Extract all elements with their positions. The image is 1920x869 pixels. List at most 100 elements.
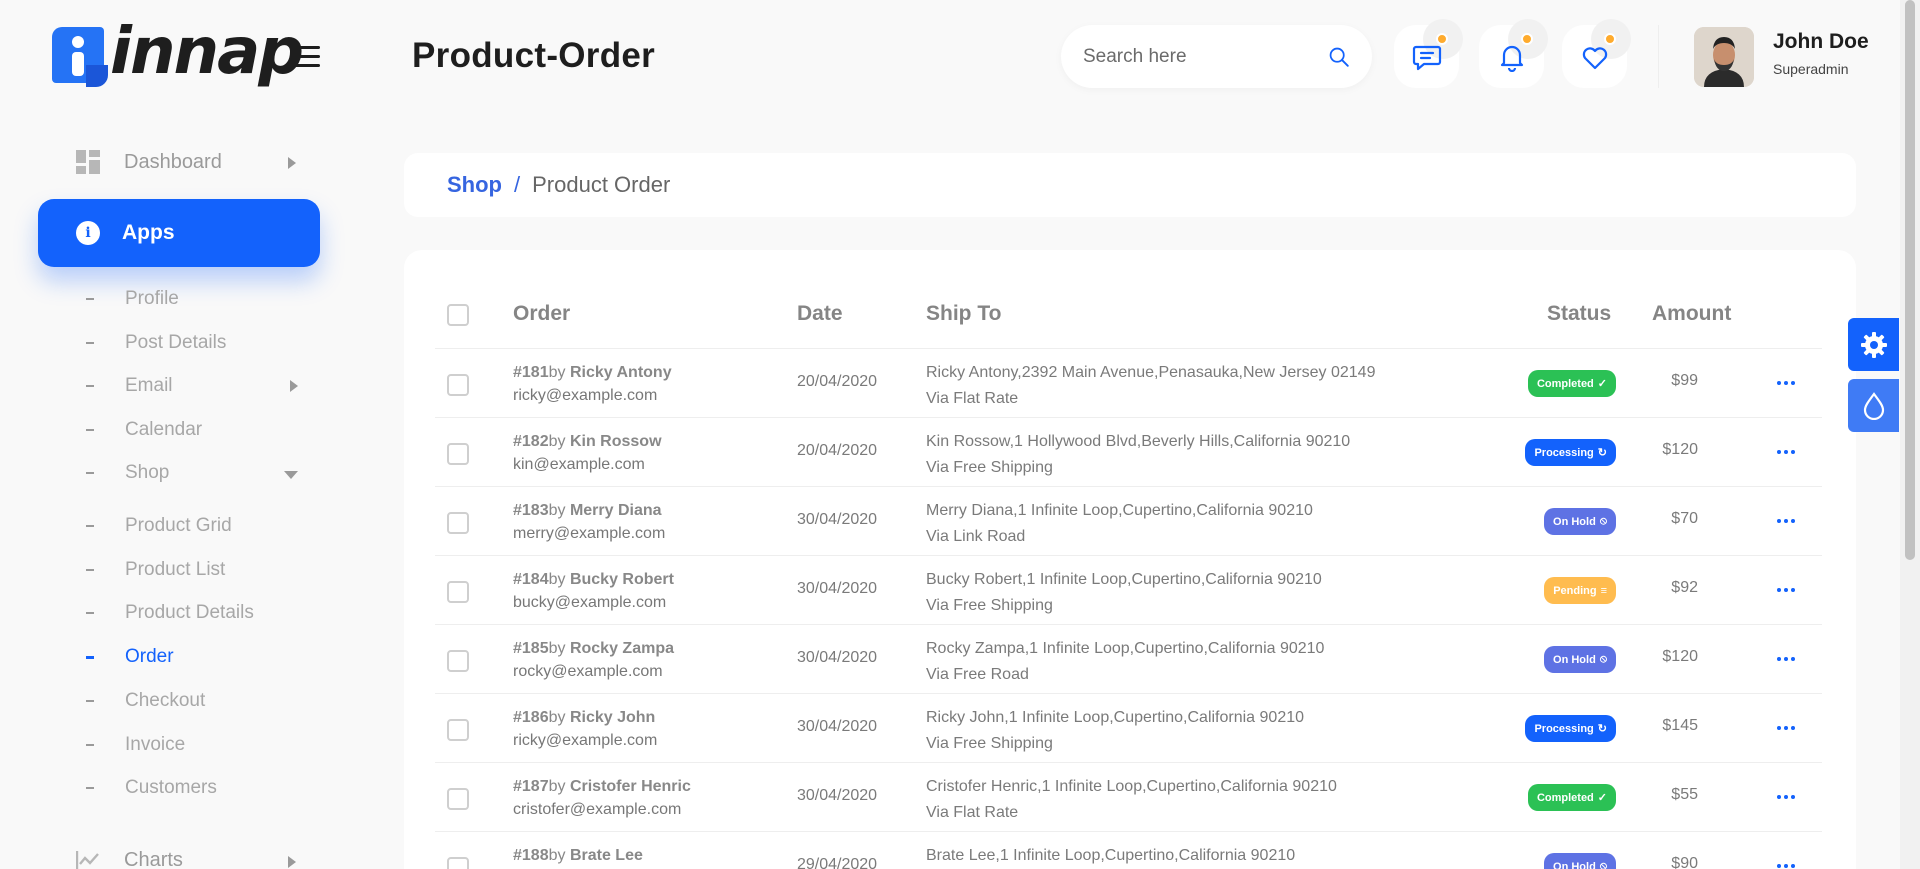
select-all-checkbox[interactable] (447, 304, 469, 326)
sidebar-item-invoice[interactable]: Invoice (86, 734, 298, 756)
scrollbar-thumb[interactable] (1905, 0, 1915, 560)
more-actions-icon[interactable] (1774, 580, 1798, 600)
more-actions-icon[interactable] (1774, 787, 1798, 807)
page-title: Product-Order (412, 36, 656, 75)
user-role: Superadmin (1773, 61, 1849, 77)
favorites-button[interactable] (1562, 19, 1631, 88)
row-checkbox[interactable] (447, 512, 469, 534)
sidebar-item-dashboard[interactable]: Dashboard (76, 150, 296, 174)
row-checkbox[interactable] (447, 788, 469, 810)
status-label: Completed (1536, 377, 1594, 390)
order-number-link[interactable]: #187 (513, 778, 549, 795)
droplet-icon (1863, 391, 1884, 420)
status-badge: Completed ✓ (1527, 784, 1616, 811)
order-date: 30/04/2020 (797, 787, 878, 804)
bell-icon (1500, 45, 1523, 72)
order-amount: $120 (1662, 648, 1698, 665)
more-actions-icon[interactable] (1774, 856, 1798, 869)
column-header-status[interactable]: Status (1547, 302, 1611, 326)
dashboard-icon (76, 150, 100, 174)
sidebar-item-email[interactable]: Email (86, 375, 298, 397)
avatar[interactable] (1694, 27, 1754, 87)
user-name[interactable]: John Doe (1773, 30, 1869, 54)
sidebar-item-product-details[interactable]: Product Details (86, 602, 298, 624)
order-number-link[interactable]: #184 (513, 571, 549, 588)
sidebar-item-product-grid[interactable]: Product Grid (86, 515, 298, 537)
more-actions-icon[interactable] (1774, 511, 1798, 531)
theme-color-button[interactable] (1848, 379, 1899, 432)
order-amount: $55 (1671, 786, 1698, 803)
chevron-down-icon (284, 471, 298, 479)
sidebar-item-product-list[interactable]: Product List (86, 559, 298, 581)
settings-panel-button[interactable] (1848, 318, 1899, 371)
order-date: 20/04/2020 (797, 442, 878, 459)
customer-name: Merry Diana (569, 502, 662, 519)
column-header-amount[interactable]: Amount (1652, 302, 1731, 326)
row-checkbox[interactable] (447, 857, 469, 869)
ship-address: Rocky Zampa,1 Infinite Loop,Cupertino,Ca… (926, 640, 1325, 657)
order-by-label: by (548, 640, 566, 657)
ship-address: Kin Rossow,1 Hollywood Blvd,Beverly Hill… (926, 433, 1351, 450)
sidebar-item-label: Invoice (125, 734, 186, 755)
status-label: Processing (1534, 446, 1594, 459)
search-icon[interactable] (1328, 42, 1350, 72)
sidebar-item-apps[interactable]: i Apps (38, 199, 320, 267)
order-number-link[interactable]: #186 (513, 709, 549, 726)
menu-toggle-icon[interactable] (290, 46, 320, 70)
page-scrollbar[interactable] (1900, 0, 1920, 869)
search-bar (1061, 25, 1372, 88)
sidebar-item-label: Customers (125, 777, 217, 798)
more-actions-icon[interactable] (1774, 649, 1798, 669)
sidebar-item-label: Profile (125, 288, 179, 309)
order-number-link[interactable]: #181 (513, 364, 549, 381)
ship-to-cell: Brate Lee,1 Infinite Loop,Cupertino,Cali… (926, 843, 1295, 869)
row-checkbox[interactable] (447, 650, 469, 672)
sidebar-item-shop[interactable]: Shop (86, 462, 298, 484)
sidebar-item-label: Email (125, 375, 173, 396)
sidebar-item-checkout[interactable]: Checkout (86, 690, 298, 712)
breadcrumb-separator: / (514, 172, 521, 197)
customer-email: merry@example.com (513, 525, 666, 542)
order-number-link[interactable]: #183 (513, 502, 549, 519)
sidebar-item-customers[interactable]: Customers (86, 777, 298, 799)
row-checkbox[interactable] (447, 719, 469, 741)
row-checkbox[interactable] (447, 374, 469, 396)
column-header-order[interactable]: Order (513, 302, 570, 326)
status-icon: ✓ (1597, 378, 1607, 390)
notifications-button[interactable] (1479, 19, 1548, 88)
row-checkbox[interactable] (447, 443, 469, 465)
order-amount: $70 (1671, 510, 1698, 527)
messages-button[interactable] (1394, 19, 1463, 88)
header-divider (1658, 25, 1659, 88)
table-row: #184by Bucky Robert bucky@example.com 30/0… (435, 555, 1822, 624)
breadcrumb: Shop / Product Order (404, 153, 1856, 217)
ship-address: Bucky Robert,1 Infinite Loop,Cupertino,C… (926, 571, 1322, 588)
sidebar-item-calendar[interactable]: Calendar (86, 419, 298, 441)
order-cell: #187by Cristofer Henric cristofer@example… (513, 775, 691, 821)
sidebar-item-order[interactable]: Order (86, 646, 298, 668)
order-number-link[interactable]: #185 (513, 640, 549, 657)
info-icon: i (76, 221, 100, 245)
sidebar-item-profile[interactable]: Profile (86, 288, 298, 310)
status-icon: ✓ (1597, 792, 1607, 804)
ship-address: Cristofer Henric,1 Infinite Loop,Cuperti… (926, 778, 1337, 795)
search-input[interactable] (1083, 45, 1328, 68)
more-actions-icon[interactable] (1774, 718, 1798, 738)
sidebar-item-post-details[interactable]: Post Details (86, 332, 298, 354)
status-icon: ⦸ (1599, 653, 1607, 665)
more-actions-icon[interactable] (1774, 442, 1798, 462)
table-row: #187by Cristofer Henric cristofer@example… (435, 762, 1822, 831)
sidebar-item-charts[interactable]: Charts (76, 849, 296, 869)
column-header-date[interactable]: Date (797, 302, 843, 326)
ship-to-cell: Ricky Antony,2392 Main Avenue,Penasauka,… (926, 360, 1375, 412)
more-actions-icon[interactable] (1774, 373, 1798, 393)
row-checkbox[interactable] (447, 581, 469, 603)
order-date: 30/04/2020 (797, 718, 878, 735)
order-number-link[interactable]: #188 (513, 847, 549, 864)
column-header-ship-to[interactable]: Ship To (926, 302, 1001, 326)
order-number-link[interactable]: #182 (513, 433, 549, 450)
status-icon: ⦸ (1599, 860, 1607, 869)
app-logo[interactable]: innap (52, 20, 304, 87)
breadcrumb-link-shop[interactable]: Shop (447, 172, 502, 198)
order-date: 30/04/2020 (797, 511, 878, 528)
